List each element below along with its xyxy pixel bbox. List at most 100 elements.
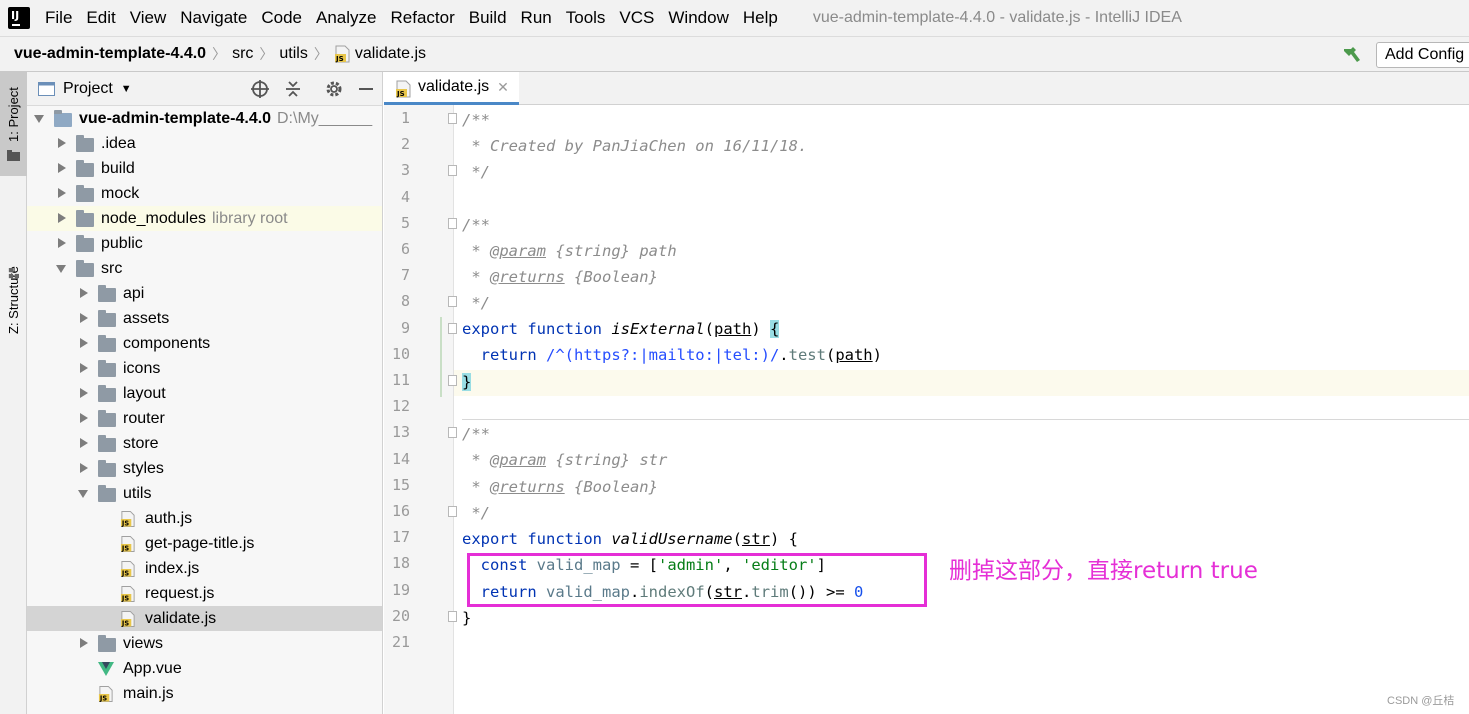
folder-icon	[76, 135, 94, 152]
line-number: 8	[400, 292, 410, 311]
folder-icon	[98, 635, 116, 652]
project-panel-title[interactable]: Project	[63, 80, 113, 98]
tree-item-label: api	[123, 284, 145, 302]
tree-item-styles[interactable]: styles	[27, 456, 382, 481]
tree-item-label: utils	[123, 484, 152, 502]
chevron-right-icon[interactable]	[80, 413, 88, 423]
fold-marker-icon[interactable]	[448, 427, 457, 439]
close-icon[interactable]: ✕	[497, 79, 509, 96]
tree-item-views[interactable]: views	[27, 631, 382, 656]
tool-window-strip: 1: Project Z: Structure	[0, 72, 27, 714]
menu-analyze[interactable]: Analyze	[309, 0, 383, 36]
menu-run[interactable]: Run	[514, 0, 559, 36]
tree-item-request-js[interactable]: JS request.js	[27, 581, 382, 606]
tree-item-validate-js[interactable]: JS validate.js	[27, 606, 382, 631]
tree-item-hint: library root	[212, 209, 288, 227]
tree-item-vue-admin-template-4-4-0[interactable]: vue-admin-template-4.4.0 D:\My______	[27, 106, 382, 131]
folder-icon	[98, 460, 116, 477]
tree-item-app-vue[interactable]: App.vue	[27, 656, 382, 681]
chevron-right-icon[interactable]	[80, 638, 88, 648]
code-editor[interactable]: 1 2 3 4 5 6 7 8 9 10 11 12 13 14 15 16 17 18 19 20 21 /** * …	[384, 105, 1469, 714]
svg-text:JS: JS	[396, 90, 405, 98]
tree-item-build[interactable]: build	[27, 156, 382, 181]
chevron-right-icon[interactable]	[80, 438, 88, 448]
chevron-right-icon[interactable]	[80, 288, 88, 298]
fold-marker-icon[interactable]	[448, 165, 457, 177]
menu-build[interactable]: Build	[462, 0, 514, 36]
tree-item-api[interactable]: api	[27, 281, 382, 306]
locate-file-icon[interactable]	[250, 79, 270, 99]
menu-edit[interactable]: Edit	[79, 0, 122, 36]
chevron-right-icon[interactable]	[80, 313, 88, 323]
tree-item-router[interactable]: router	[27, 406, 382, 431]
menu-code[interactable]: Code	[254, 0, 309, 36]
js-file-icon: JS	[121, 511, 135, 528]
tab-validate-js[interactable]: JS validate.js ✕	[384, 72, 519, 105]
tab-label: validate.js	[418, 78, 490, 95]
chevron-right-icon[interactable]	[80, 463, 88, 473]
breadcrumb-validate[interactable]: validate.js	[355, 45, 426, 63]
tree-item-components[interactable]: components	[27, 331, 382, 356]
tree-item-assets[interactable]: assets	[27, 306, 382, 331]
menu-window[interactable]: Window	[661, 0, 735, 36]
chevron-right-icon[interactable]	[58, 238, 66, 248]
hammer-build-icon[interactable]	[1342, 45, 1362, 63]
breadcrumb-utils[interactable]: utils	[279, 45, 307, 63]
chevron-right-icon[interactable]	[58, 213, 66, 223]
code-line-7: * @returns {Boolean}	[462, 268, 658, 286]
tree-item-icons[interactable]: icons	[27, 356, 382, 381]
menu-view[interactable]: View	[123, 0, 174, 36]
fold-marker-icon[interactable]	[448, 375, 457, 386]
tree-item-public[interactable]: public	[27, 231, 382, 256]
breadcrumb-project[interactable]: vue-admin-template-4.4.0	[14, 45, 206, 63]
chevron-right-icon[interactable]	[58, 138, 66, 148]
project-view-icon	[38, 82, 55, 96]
gear-icon[interactable]	[324, 79, 344, 99]
tree-item-src[interactable]: src	[27, 256, 382, 281]
menu-file[interactable]: File	[38, 0, 79, 36]
hide-panel-icon[interactable]	[356, 79, 376, 99]
chevron-down-icon[interactable]: ▼	[121, 83, 132, 95]
fold-marker-icon[interactable]	[448, 296, 457, 308]
tree-item-get-page-title-js[interactable]: JS get-page-title.js	[27, 531, 382, 556]
tree-item-label: node_modules	[101, 209, 206, 227]
tree-item-layout[interactable]: layout	[27, 381, 382, 406]
tree-item-index-js[interactable]: JS index.js	[27, 556, 382, 581]
breadcrumb-src[interactable]: src	[232, 45, 253, 63]
chevron-right-icon[interactable]	[58, 188, 66, 198]
tree-item-label: index.js	[145, 559, 200, 577]
tree-item-utils[interactable]: utils	[27, 481, 382, 506]
chevron-right-icon[interactable]	[58, 163, 66, 173]
collapse-all-icon[interactable]	[283, 79, 303, 99]
add-configuration-button[interactable]: Add Config	[1376, 42, 1469, 68]
folder-icon	[98, 335, 116, 352]
chevron-right-icon[interactable]	[80, 338, 88, 348]
project-tool-button[interactable]: 1: Project	[0, 72, 27, 176]
menu-navigate[interactable]: Navigate	[173, 0, 254, 36]
tree-item-label: vue-admin-template-4.4.0	[79, 109, 272, 127]
fold-marker-icon[interactable]	[448, 217, 457, 229]
folder-icon	[76, 185, 94, 202]
code-line-9: export function isExternal(path) {	[462, 320, 780, 338]
tree-item-main-js[interactable]: JS main.js	[27, 681, 382, 706]
chevron-right-icon[interactable]	[80, 363, 88, 373]
fold-marker-icon[interactable]	[448, 113, 457, 124]
tree-item-node-modules[interactable]: node_modules library root	[27, 206, 382, 231]
tree-item-mock[interactable]: mock	[27, 181, 382, 206]
fold-marker-icon[interactable]	[448, 506, 457, 517]
chevron-down-icon[interactable]	[34, 115, 44, 123]
fold-marker-icon[interactable]	[448, 610, 457, 622]
menu-vcs[interactable]: VCS	[612, 0, 661, 36]
fold-marker-icon[interactable]	[448, 322, 457, 334]
tree-item-idea[interactable]: .idea	[27, 131, 382, 156]
menu-refactor[interactable]: Refactor	[383, 0, 461, 36]
line-number: 18	[391, 554, 410, 573]
menu-help[interactable]: Help	[736, 0, 785, 36]
method-separator	[462, 419, 1469, 420]
menu-tools[interactable]: Tools	[559, 0, 613, 36]
tree-item-auth-js[interactable]: JS auth.js	[27, 506, 382, 531]
tree-item-store[interactable]: store	[27, 431, 382, 456]
chevron-right-icon[interactable]	[80, 388, 88, 398]
chevron-down-icon[interactable]	[56, 265, 66, 273]
chevron-down-icon[interactable]	[78, 490, 88, 498]
